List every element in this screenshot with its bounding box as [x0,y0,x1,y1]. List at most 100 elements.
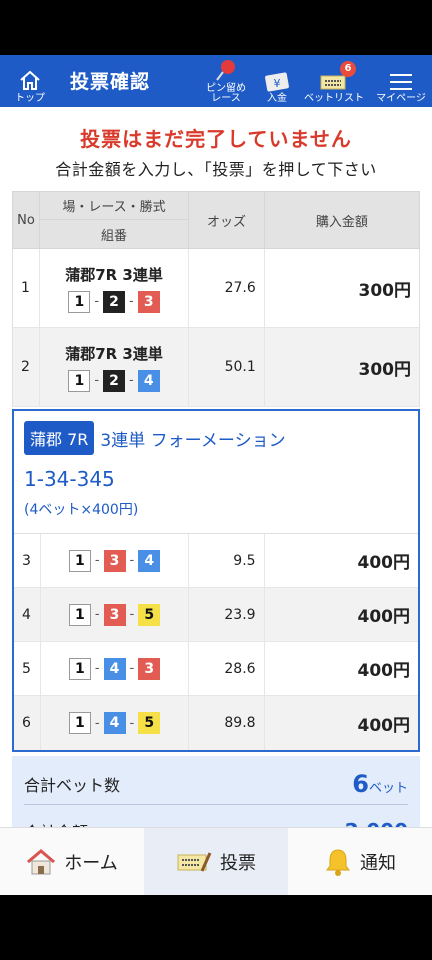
warning-message: 投票はまだ完了していません [80,127,352,151]
row-amount[interactable]: 300円 [265,328,419,406]
boat-number: 1 [68,549,91,572]
combo-dash: - [94,294,100,309]
row-odds: 28.6 [189,642,265,695]
combo-dash: - [129,715,135,731]
boat-number: 3 [138,657,161,680]
row-amount[interactable]: 400円 [265,696,418,750]
combo: 1-3-4 [68,549,161,572]
page-title: 投票確認 [70,71,151,93]
betlist-label: ベットリスト [304,93,364,104]
row-race: 1-4-3 [41,642,190,695]
row-no: 2 [13,328,40,406]
row-no: 5 [14,642,41,695]
boat-number: 2 [103,369,126,392]
nav-vote[interactable]: 投票 [144,828,288,895]
boat-number: 1 [68,369,91,392]
formation-type: 3連単 フォーメーション [100,430,286,451]
col-race: 場・レース・勝式 組番 [39,192,190,248]
boat-number: 5 [138,603,161,626]
formation-block: 蒲郡 7R 3連単 フォーメーション 1-34-345 (4ベット×400円) … [12,409,420,752]
combo: 1-2-3 [68,290,160,313]
home-button[interactable]: トップ [10,55,50,107]
row-odds: 9.5 [189,534,265,587]
row-no: 4 [14,588,41,641]
header: トップ 投票確認 ピン留め レース ¥ 入金 6 ベットリスト マイページ [0,55,432,107]
row-odds: 50.1 [189,328,265,406]
app: トップ 投票確認 ピン留め レース ¥ 入金 6 ベットリスト マイページ 投票… [0,55,432,895]
nav-notify-label: 通知 [360,852,396,874]
betlist-button[interactable]: 6 ベットリスト [302,55,366,107]
boat-number: 3 [103,603,126,626]
table-row: 6 1-4-5 89.8 400円 [14,696,418,750]
total-bets-row: 合計ベット数 6ベット [24,770,408,805]
summary-panel: 合計ベット数 6ベット 合計金額 2,000 [12,756,420,843]
row-odds: 23.9 [189,588,265,641]
table-row: 2 蒲郡7R 3連単 1-2-4 50.1 300円 [12,328,420,407]
combo-dash: - [129,553,135,568]
house-icon [27,848,56,874]
table-row: 4 1-3-5 23.9 400円 [14,588,418,642]
row-race: 1-4-5 [41,696,190,750]
deposit-button[interactable]: ¥ 入金 [258,55,296,107]
row-amount[interactable]: 300円 [265,249,419,327]
row-race: 蒲郡7R 3連単 1-2-3 [40,249,190,327]
row-amount[interactable]: 400円 [265,588,418,641]
combo-dash: - [94,661,100,676]
bell-icon [326,848,350,876]
deposit-icon: ¥ [265,72,289,92]
total-bets-value: 6ベット [352,770,408,798]
nav-vote-label: 投票 [220,852,256,874]
mypage-label: マイページ [376,93,426,104]
formation-note: (4ベット×400円) [24,502,139,518]
boat-number: 1 [68,290,91,313]
row-race: 1-3-4 [41,534,190,587]
boat-number: 1 [68,657,91,680]
boat-number: 4 [103,712,126,734]
home-label: トップ [15,93,45,104]
table-row: 3 1-3-4 9.5 400円 [14,534,418,588]
boat-number: 1 [68,603,91,626]
row-odds: 89.8 [189,696,265,750]
col-odds: オッズ [189,192,265,248]
row-no: 1 [13,249,40,327]
boat-number: 4 [138,549,161,572]
row-race: 1-3-5 [41,588,190,641]
combo-dash: - [94,553,100,568]
table-row: 1 蒲郡7R 3連単 1-2-3 27.6 300円 [12,249,420,328]
combo: 1-2-4 [68,369,160,392]
pin-race-button[interactable]: ピン留め レース [198,55,254,107]
nav-notify[interactable]: 通知 [288,828,432,895]
formation-header: 蒲郡 7R 3連単 フォーメーション 1-34-345 (4ベット×400円) [14,411,418,534]
combo-dash: - [129,294,134,309]
combo: 1-3-5 [68,603,161,626]
col-combo-label: 組番 [101,228,128,244]
boat-number: 5 [138,712,161,734]
combo: 1-4-5 [68,712,161,734]
venue-tag: 蒲郡 7R [24,421,95,455]
combo: 1-4-3 [68,657,161,680]
col-race-label: 場・レース・勝式 [39,192,189,220]
formation-rows: 3 1-3-4 9.5 400円 4 1-3-5 23.9 400円 5 1-4-3 28.6 400… [14,534,418,750]
combo-dash: - [129,607,135,622]
nav-home[interactable]: ホーム [0,828,144,895]
combo-dash: - [94,607,100,622]
race-name: 蒲郡7R 3連単 [65,265,163,284]
instruction-text: 合計金額を入力し、「投票」を押して下さい [55,160,377,179]
screen: トップ 投票確認 ピン留め レース ¥ 入金 6 ベットリスト マイページ 投票… [0,0,432,960]
formation-combo: 1-34-345 [24,467,115,491]
row-race: 蒲郡7R 3連単 1-2-4 [40,328,190,406]
row-odds: 27.6 [189,249,265,327]
svg-text:¥: ¥ [274,77,281,90]
table-header: No 場・レース・勝式 組番 オッズ 購入金額 [12,191,420,249]
combo-dash: - [94,373,100,388]
row-amount[interactable]: 400円 [265,534,418,587]
menu-icon [390,74,412,90]
combo-dash: - [94,715,100,731]
row-no: 6 [14,696,41,750]
row-amount[interactable]: 400円 [265,642,418,695]
boat-number: 1 [68,712,91,734]
race-name: 蒲郡7R 3連単 [65,344,163,363]
mypage-button[interactable]: マイページ [372,55,430,107]
pin-label: ピン留め レース [206,83,246,104]
boat-number: 2 [103,290,126,313]
